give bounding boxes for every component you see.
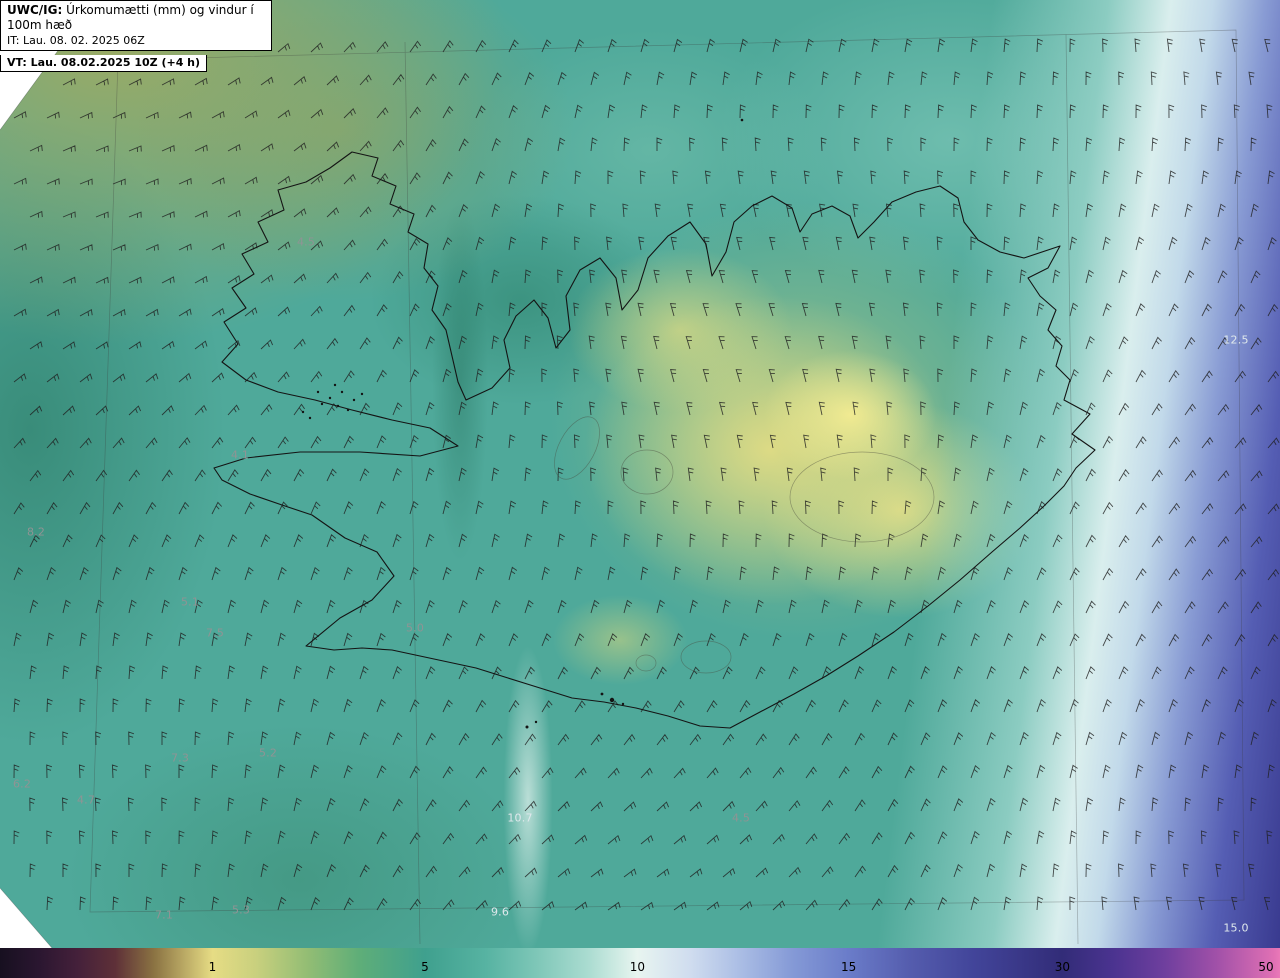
graticule-lines — [0, 0, 1245, 978]
colorbar-tick-label: 50 — [1258, 960, 1274, 974]
precip-value-label: 15.0 — [1223, 921, 1249, 935]
precip-value-label: 5.0 — [405, 621, 425, 635]
weather-map-stage: UWC/IG: Úrkomumætti (mm) og vindur í 100… — [0, 0, 1280, 978]
colorbar-tick-label: 5 — [421, 960, 429, 974]
precip-value-label: 8.2 — [26, 525, 46, 539]
precip-value-label: 10.7 — [507, 811, 533, 825]
title-box: UWC/IG: Úrkomumætti (mm) og vindur í 100… — [0, 0, 272, 51]
precip-value-label: 9.6 — [490, 905, 510, 919]
valid-time-box: VT: Lau. 08.02.2025 10Z (+4 h) — [0, 55, 208, 72]
precip-value-label: 7.5 — [205, 626, 225, 640]
colorbar-tick-label: 15 — [840, 960, 857, 974]
precip-value-label: 12.5 — [1223, 333, 1249, 347]
precip-value-label: 7.3 — [170, 751, 190, 765]
precip-value-label: 4.5 — [731, 811, 751, 825]
colorbar: 1 5 10 15 30 50 — [0, 948, 1280, 978]
init-time: IT: Lau. 08. 02. 2025 06Z — [7, 34, 145, 47]
precip-value-label: 4.5 — [296, 235, 316, 249]
map-overlay — [0, 0, 1280, 978]
precip-value-label: 4.7 — [76, 793, 96, 807]
precip-value-label: 4.1 — [230, 448, 250, 462]
precip-value-label: 7.1 — [154, 908, 174, 922]
wind-barbs-layer — [13, 38, 1280, 911]
precip-value-label: 5.3 — [231, 903, 251, 917]
precip-value-label: 6.2 — [12, 777, 32, 791]
map-title: UWC/IG: Úrkomumætti (mm) og vindur í 100… — [7, 3, 265, 33]
colorbar-tick-label: 10 — [629, 960, 646, 974]
colorbar-tick-label: 1 — [208, 960, 217, 974]
precip-value-label: 5.1 — [180, 595, 200, 609]
map-header: UWC/IG: Úrkomumætti (mm) og vindur í 100… — [0, 0, 272, 72]
precip-value-label: 5.2 — [258, 746, 278, 760]
iceland-coastline — [213, 151, 1096, 729]
colorbar-tick-label: 30 — [1054, 960, 1071, 974]
model-name: UWC/IG: — [7, 3, 63, 17]
